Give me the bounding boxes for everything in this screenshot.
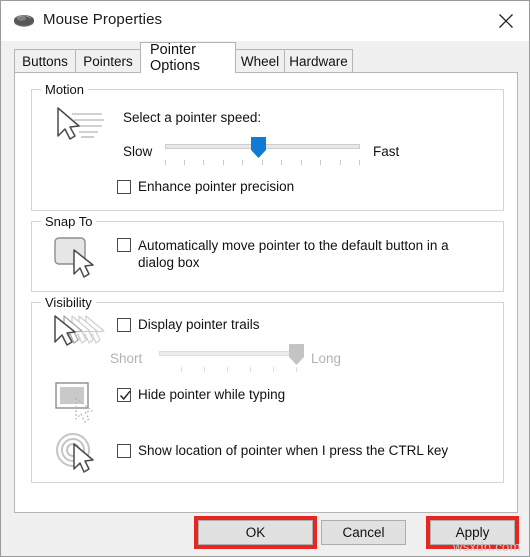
pointer-speed-slider[interactable] (165, 137, 360, 167)
checkmark-icon (119, 390, 131, 401)
trails-slider-thumb[interactable] (289, 344, 304, 365)
pointer-trails-slider[interactable] (159, 344, 304, 374)
window-title: Mouse Properties (43, 11, 163, 28)
enhance-pointer-precision-checkbox[interactable] (117, 180, 131, 194)
cursor-trails-icon (50, 313, 108, 358)
visibility-group: Visibility Display pointer trails Short (31, 295, 504, 483)
fast-label: Fast (373, 144, 400, 159)
mouse-icon (13, 13, 35, 29)
snap-to-group-title: Snap To (41, 214, 97, 229)
enhance-pointer-precision-label: Enhance pointer precision (138, 179, 295, 194)
close-button[interactable] (483, 1, 529, 41)
trails-slider-track[interactable] (159, 351, 299, 356)
tab-pointer-options[interactable]: Pointer Options (140, 42, 236, 74)
pointer-speed-label: Select a pointer speed: (123, 110, 262, 125)
motion-group: Motion Select a pointer speed: Slow Fast… (31, 82, 504, 211)
tab-label: Buttons (22, 54, 68, 69)
snap-to-group: Snap To Automatically move pointer to th… (31, 214, 504, 292)
tab-hardware[interactable]: Hardware (284, 49, 353, 73)
show-pointer-location-label: Show location of pointer when I press th… (138, 443, 449, 458)
hide-pointer-label: Hide pointer while typing (138, 387, 286, 402)
display-pointer-trails-checkbox[interactable] (117, 318, 131, 332)
ctrl-locate-icon (54, 431, 104, 482)
tab-pointers[interactable]: Pointers (75, 49, 141, 73)
visibility-group-title: Visibility (41, 295, 96, 310)
tab-label: Hardware (289, 54, 348, 69)
mouse-properties-dialog: Mouse Properties Buttons Pointers Pointe… (0, 0, 530, 557)
button-cursor-icon (52, 234, 104, 283)
cancel-button[interactable]: Cancel (321, 520, 406, 545)
tab-buttons[interactable]: Buttons (14, 49, 76, 73)
tab-page-pointer-options: Motion Select a pointer speed: Slow Fast… (14, 72, 518, 513)
auto-move-pointer-label: Automatically move pointer to the defaul… (138, 238, 449, 270)
tab-label: Wheel (240, 54, 280, 69)
watermark: wsxdn.com (453, 539, 521, 554)
slider-thumb[interactable] (251, 137, 266, 158)
tab-strip: Buttons Pointers Pointer Options Wheel H… (1, 41, 529, 74)
cancel-button-label: Cancel (342, 525, 385, 540)
slider-ticks (165, 160, 360, 166)
ok-button[interactable]: OK (198, 520, 313, 545)
trails-slider-ticks (159, 367, 299, 373)
slow-label: Slow (123, 144, 153, 159)
trails-long-label: Long (311, 351, 342, 366)
apply-button-label: Apply (455, 525, 490, 540)
show-pointer-location-checkbox[interactable] (117, 444, 131, 458)
hide-pointer-icon (54, 381, 104, 430)
trails-short-label: Short (110, 351, 143, 366)
tab-label: Pointers (83, 54, 133, 69)
display-pointer-trails-label: Display pointer trails (138, 317, 260, 332)
title-bar: Mouse Properties (1, 1, 529, 41)
tab-wheel[interactable]: Wheel (235, 49, 285, 73)
tab-label: Pointer Options (150, 42, 200, 74)
ok-button-label: OK (245, 525, 266, 540)
hide-pointer-checkbox[interactable] (117, 388, 131, 402)
auto-move-pointer-checkbox[interactable] (117, 238, 131, 252)
close-icon (499, 14, 513, 28)
cursor-speed-icon (52, 104, 108, 153)
motion-group-title: Motion (41, 82, 89, 97)
